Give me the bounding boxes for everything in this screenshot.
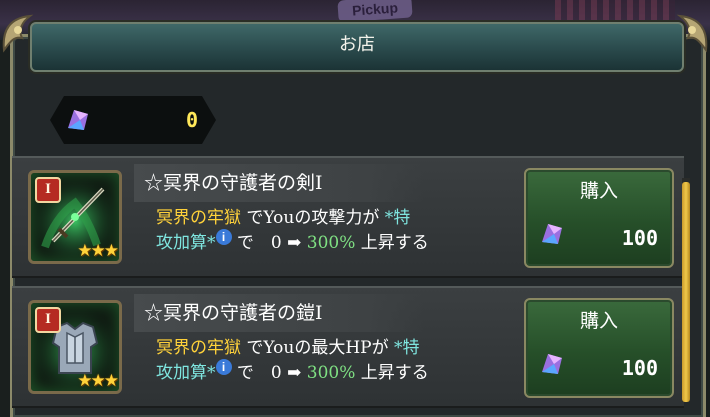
buy-label: 購入 [579,310,618,332]
price: 100 [621,356,658,380]
price: 100 [621,226,658,250]
crystal-gem-icon [68,110,88,130]
percent-value: 300% [306,363,356,383]
rarity-stars: ★★★ [77,371,119,391]
location-name: 冥界の牢獄 [156,338,241,358]
description-text: でYouの攻撃力が [246,208,380,228]
percent-value: 300% [306,233,356,253]
description-text: 上昇する [360,363,429,383]
item-name: ☆冥界の守護者の剣I [144,172,323,194]
shop-item: I ★★★ ☆冥界の守護者の剣I 冥界の牢獄 でYouの攻撃力が *特 攻加算*… [12,156,684,278]
description-text: 上昇する [360,233,429,253]
currency-display: 0 [50,96,216,144]
currency-amount: 0 [185,108,198,132]
rank-badge: I [35,177,61,203]
info-icon[interactable]: i [215,229,232,245]
item-description: 冥界の牢獄 でYouの最大HPが *特 攻加算* i で 0 ➡ 300% 上昇す… [156,336,526,386]
item-description: 冥界の牢獄 でYouの攻撃力が *特 攻加算* i で 0 ➡ 300% 上昇する [156,206,526,256]
crystal-gem-icon [542,224,562,244]
effect-tag-cont: 攻加算* [156,233,216,253]
rank-badge: I [35,307,61,333]
location-name: 冥界の牢獄 [156,208,241,228]
item-name: ☆冥界の守護者の鎧I [144,302,323,324]
info-icon[interactable]: i [215,359,232,375]
shop-item: I ★★★ ☆冥界の守護者の鎧I 冥界の牢獄 でYouの最大HPが *特 攻加算… [12,286,684,408]
effect-tag: *特 [384,208,411,228]
shop-item-list: I ★★★ ☆冥界の守護者の剣I 冥界の牢獄 でYouの攻撃力が *特 攻加算*… [12,156,684,408]
description-text: でYouの最大HPが [246,338,389,358]
rarity-stars: ★★★ [77,241,119,261]
description-text: で 0 ➡ [236,363,302,383]
page-title: お店 [339,34,375,55]
scrollbar-thumb[interactable] [682,182,690,402]
scrollbar[interactable] [682,178,690,402]
buy-button[interactable]: 購入 100 [524,298,674,398]
description-text: で 0 ➡ [236,233,302,253]
crystal-gem-icon [542,354,562,374]
item-icon-frame: I ★★★ [28,300,122,394]
buy-label: 購入 [579,180,618,202]
buy-button[interactable]: 購入 100 [524,168,674,268]
header-bar: お店 [30,22,684,72]
item-name-plate: ☆冥界の守護者の剣I [134,164,424,202]
item-name-plate: ☆冥界の守護者の鎧I [134,294,424,332]
effect-tag: *特 [394,338,420,358]
item-icon-frame: I ★★★ [28,170,122,264]
effect-tag-cont: 攻加算* [156,363,216,383]
